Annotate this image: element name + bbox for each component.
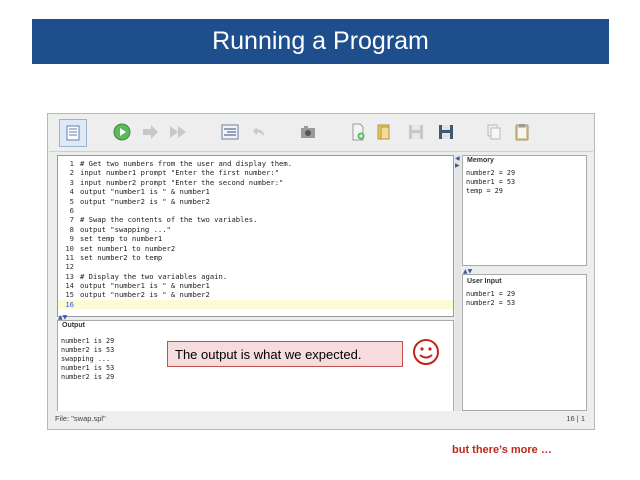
code-text[interactable]: # Swap the contents of the two variables… bbox=[80, 215, 257, 224]
code-text[interactable]: input number1 prompt "Enter the first nu… bbox=[80, 168, 279, 177]
code-editor[interactable]: 1 # Get two numbers from the user and dis… bbox=[57, 155, 454, 317]
code-text[interactable]: output "swapping ..." bbox=[80, 225, 171, 234]
save-as-icon[interactable] bbox=[435, 121, 457, 143]
status-file: File: "swap.spl" bbox=[55, 414, 106, 423]
indent-icon[interactable] bbox=[219, 121, 241, 143]
output-panel-title: Output bbox=[62, 322, 85, 329]
line-number: 10 bbox=[65, 243, 74, 253]
undo-icon[interactable] bbox=[247, 121, 269, 143]
toolbar bbox=[49, 115, 593, 152]
code-line[interactable]: 12 bbox=[58, 262, 453, 271]
code-line[interactable]: 14 output "number1 is " & number1 bbox=[58, 281, 453, 290]
code-line[interactable]: 7 # Swap the contents of the two variable… bbox=[58, 215, 453, 224]
line-number: 15 bbox=[65, 290, 74, 300]
line-number: 13 bbox=[65, 271, 74, 281]
slide-title: Running a Program bbox=[32, 19, 609, 64]
fast-forward-icon[interactable] bbox=[167, 121, 189, 143]
code-line[interactable]: 3 input number2 prompt "Enter the second … bbox=[58, 178, 453, 187]
code-line[interactable]: 2 input number1 prompt "Enter the first n… bbox=[58, 168, 453, 177]
code-text[interactable]: set temp to number1 bbox=[80, 234, 162, 243]
code-line[interactable]: 9 set temp to number1 bbox=[58, 234, 453, 243]
code-text[interactable]: set number1 to number2 bbox=[80, 244, 175, 253]
step-icon[interactable] bbox=[139, 121, 161, 143]
code-text[interactable]: # Display the two variables again. bbox=[80, 272, 227, 281]
app-window: 1 # Get two numbers from the user and dis… bbox=[47, 113, 595, 430]
user-input-panel: ▲▼ User Input number1 = 29 number2 = 53 bbox=[462, 268, 587, 411]
more-note: but there’s more … bbox=[452, 444, 552, 456]
collapse-left-icon[interactable]: ◀ bbox=[455, 155, 460, 162]
output-text: number1 is 29 number2 is 53 swapping ...… bbox=[61, 337, 115, 381]
open-file-icon[interactable] bbox=[373, 121, 395, 143]
code-line[interactable]: 16 bbox=[58, 299, 453, 310]
line-number: 6 bbox=[69, 205, 74, 215]
code-line[interactable]: 8 output "swapping ..." bbox=[58, 225, 453, 234]
collapse-right-icon[interactable]: ▶ bbox=[455, 162, 460, 169]
line-number: 9 bbox=[69, 234, 74, 244]
code-text[interactable]: output "number1 is " & number1 bbox=[80, 281, 210, 290]
smiley-face-icon bbox=[411, 337, 441, 367]
code-line[interactable]: 6 bbox=[58, 206, 453, 215]
save-icon[interactable] bbox=[405, 121, 427, 143]
camera-icon[interactable] bbox=[297, 121, 319, 143]
memory-panel: Memory number2 = 29 number1 = 53 temp = … bbox=[462, 155, 587, 266]
code-line[interactable]: 10 set number1 to number2 bbox=[58, 244, 453, 253]
list-view-icon[interactable] bbox=[59, 119, 87, 147]
line-number: 5 bbox=[69, 196, 74, 206]
code-line[interactable]: 4 output "number1 is " & number1 bbox=[58, 187, 453, 196]
code-line[interactable]: 13 # Display the two variables again. bbox=[58, 272, 453, 281]
line-number: 1 bbox=[69, 159, 74, 168]
line-number: 8 bbox=[69, 224, 74, 234]
memory-text: number2 = 29 number1 = 53 temp = 29 bbox=[466, 169, 516, 195]
status-bar: File: "swap.spl" 16 | 1 bbox=[49, 411, 593, 428]
clipboard-icon[interactable] bbox=[511, 121, 533, 143]
run-icon[interactable] bbox=[111, 121, 133, 143]
code-text[interactable]: # Get two numbers from the user and disp… bbox=[80, 159, 292, 168]
line-number: 12 bbox=[65, 262, 74, 272]
code-line[interactable]: 1 # Get two numbers from the user and dis… bbox=[58, 159, 453, 168]
code-text[interactable]: output "number2 is " & number2 bbox=[80, 290, 210, 299]
splitter-arrows-icon[interactable]: ▲▼ bbox=[58, 314, 67, 321]
line-number: 4 bbox=[69, 187, 74, 197]
line-number: 7 bbox=[69, 215, 74, 225]
code-text[interactable]: output "number2 is " & number2 bbox=[80, 197, 210, 206]
callout-box: The output is what we expected. bbox=[167, 341, 403, 367]
vertical-splitter[interactable]: ◀ ▶ bbox=[455, 155, 461, 414]
code-line[interactable]: 11 set number2 to temp bbox=[58, 253, 453, 262]
status-position: 16 | 1 bbox=[566, 414, 585, 423]
user-input-panel-title: User Input bbox=[467, 278, 502, 285]
new-file-icon[interactable] bbox=[347, 121, 369, 143]
line-number: 11 bbox=[65, 252, 74, 262]
line-number: 16 bbox=[65, 299, 74, 309]
line-number: 3 bbox=[69, 177, 74, 187]
memory-panel-title: Memory bbox=[467, 157, 494, 164]
code-line[interactable]: 5 output "number2 is " & number2 bbox=[58, 197, 453, 206]
splitter-arrows-icon[interactable]: ▲▼ bbox=[463, 268, 472, 275]
line-number: 2 bbox=[69, 168, 74, 178]
line-number: 14 bbox=[65, 281, 74, 291]
copy-icon[interactable] bbox=[483, 121, 505, 143]
code-text[interactable]: input number2 prompt "Enter the second n… bbox=[80, 178, 283, 187]
code-text[interactable]: output "number1 is " & number1 bbox=[80, 187, 210, 196]
code-text[interactable]: set number2 to temp bbox=[80, 253, 162, 262]
user-input-text: number1 = 29 number2 = 53 bbox=[466, 290, 516, 307]
code-line[interactable]: 15 output "number2 is " & number2 bbox=[58, 290, 453, 299]
